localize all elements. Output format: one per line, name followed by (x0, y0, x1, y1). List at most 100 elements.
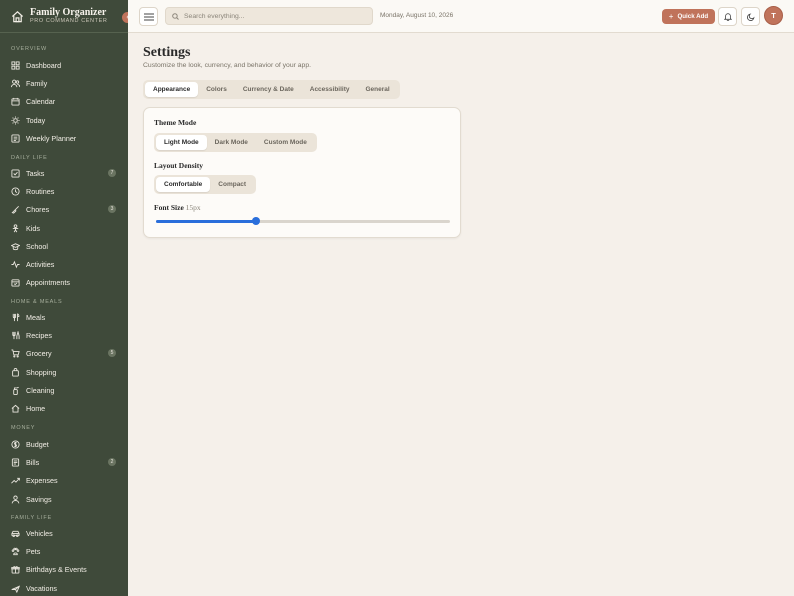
dollar-icon (11, 440, 20, 449)
tab-accessibility[interactable]: Accessibility (302, 82, 358, 97)
sidebar-item-routines[interactable]: Routines (0, 182, 128, 200)
tab-appearance[interactable]: Appearance (145, 82, 199, 97)
sidebar-item-family[interactable]: Family (0, 74, 128, 92)
sidebar-item-dashboard[interactable]: Dashboard (0, 56, 128, 74)
clock-icon (11, 187, 20, 196)
plane-icon (11, 584, 20, 593)
sidebar-item-budget[interactable]: Budget (0, 435, 128, 453)
count-badge: 3 (108, 205, 116, 214)
tab-general[interactable]: General (358, 82, 398, 97)
sidebar-item-label: Meals (26, 312, 46, 322)
sidebar-item-grocery[interactable]: Grocery 5 (0, 345, 128, 363)
collapse-sidebar-button[interactable]: ‹ (122, 12, 128, 23)
sidebar-item-bills[interactable]: Bills 2 (0, 453, 128, 471)
sidebar-item-label: Home (26, 404, 46, 414)
topbar: Monday, August 10, 2026 + Quick Add T (128, 0, 794, 33)
tab-colors[interactable]: Colors (198, 82, 235, 97)
menu-button[interactable] (139, 7, 158, 26)
user-avatar[interactable]: T (764, 6, 783, 25)
sidebar-item-school[interactable]: School (0, 237, 128, 255)
app-subtitle: PRO COMMAND CENTER (30, 18, 108, 24)
sidebar-item-label: Budget (26, 439, 49, 449)
sidebar-section-label: HOME & MEALS (11, 299, 63, 305)
activity-icon (11, 260, 20, 269)
sidebar-item-appointments[interactable]: Appointments (0, 274, 128, 292)
car-icon (11, 529, 20, 538)
sidebar-item-label: Vacations (26, 583, 58, 593)
sidebar-item-kids[interactable]: Kids (0, 219, 128, 237)
theme-option-dark-mode[interactable]: Dark Mode (207, 135, 256, 150)
sidebar-item-cleaning[interactable]: Cleaning (0, 381, 128, 399)
paw-icon (11, 547, 20, 556)
sidebar-item-birthdays-events[interactable]: Birthdays & Events (0, 561, 128, 579)
theme-option-custom-mode[interactable]: Custom Mode (256, 135, 315, 150)
page-subtitle: Customize the look, currency, and behavi… (143, 62, 311, 69)
sidebar-item-label: Appointments (26, 278, 70, 288)
settings-tabs: Appearance Colors Currency & Date Accessibi… (143, 80, 400, 99)
sidebar-item-home[interactable]: Home (0, 400, 128, 418)
count-badge: 2 (108, 457, 116, 466)
current-date: Monday, August 10, 2026 (380, 12, 454, 19)
sidebar-item-label: Weekly Planner (26, 133, 77, 143)
sidebar-item-savings[interactable]: Savings (0, 490, 128, 508)
density-option-compact[interactable]: Compact (210, 177, 254, 192)
tab-currency-date[interactable]: Currency & Date (235, 82, 302, 97)
cart-icon (11, 349, 20, 358)
sidebar-item-today[interactable]: Today (0, 111, 128, 129)
sidebar-item-vehicles[interactable]: Vehicles (0, 524, 128, 542)
sidebar-item-label: Recipes (26, 330, 52, 340)
search-box[interactable] (165, 7, 373, 25)
grid-icon (11, 61, 20, 70)
sidebar-item-recipes[interactable]: Recipes (0, 326, 128, 344)
sidebar-item-label: Activities (26, 260, 55, 270)
app-title: Family Organizer (30, 7, 107, 18)
notifications-button[interactable] (718, 7, 737, 26)
sidebar-item-shopping[interactable]: Shopping (0, 363, 128, 381)
broom-icon (11, 205, 20, 214)
theme-mode-label: Theme Mode (154, 118, 197, 127)
font-size-label: Font Size 15px (154, 203, 201, 212)
sidebar-item-label: Savings (26, 494, 52, 504)
graduation-cap-icon (11, 242, 20, 251)
sidebar-item-label: Dashboard (26, 60, 62, 70)
sidebar-item-label: Pets (26, 546, 41, 556)
piggy-bank-icon (11, 495, 20, 504)
sidebar-item-label: Tasks (26, 168, 45, 178)
density-option-comfortable[interactable]: Comfortable (156, 177, 211, 192)
sidebar-item-label: Shopping (26, 367, 57, 377)
sidebar-item-vacations[interactable]: Vacations (0, 579, 128, 596)
sidebar-item-chores[interactable]: Chores 3 (0, 201, 128, 219)
theme-mode-selector: Light Mode Dark Mode Custom Mode (154, 133, 317, 152)
sidebar-item-label: Grocery (26, 349, 52, 359)
sidebar-item-pets[interactable]: Pets (0, 542, 128, 560)
sidebar-item-meals[interactable]: Meals (0, 308, 128, 326)
quick-add-button[interactable]: + Quick Add (662, 9, 715, 24)
font-size-value: 15px (185, 203, 201, 212)
sidebar-section-label: FAMILY LIFE (11, 515, 52, 521)
sidebar-item-calendar[interactable]: Calendar (0, 93, 128, 111)
sidebar-item-label: Vehicles (26, 528, 53, 538)
theme-option-light-mode[interactable]: Light Mode (156, 135, 207, 150)
sidebar-item-weekly-planner[interactable]: Weekly Planner (0, 129, 128, 147)
page-title: Settings (143, 45, 191, 60)
sidebar-item-tasks[interactable]: Tasks 7 (0, 164, 128, 182)
slider-thumb[interactable] (251, 217, 260, 225)
sidebar-item-activities[interactable]: Activities (0, 256, 128, 274)
theme-toggle-button[interactable] (741, 7, 760, 26)
checkbox-icon (11, 169, 20, 178)
moon-icon (746, 8, 755, 26)
sidebar-section-label: MONEY (11, 425, 36, 431)
users-icon (11, 79, 20, 88)
font-size-slider[interactable] (156, 217, 450, 225)
sidebar-item-label: Bills (26, 457, 40, 467)
count-badge: 7 (108, 168, 116, 177)
count-badge: 5 (108, 349, 116, 358)
sidebar-item-label: Kids (26, 223, 40, 233)
planner-icon (11, 134, 20, 143)
layout-density-selector: Comfortable Compact (154, 175, 257, 194)
search-input[interactable] (184, 12, 364, 20)
sidebar-item-expenses[interactable]: Expenses (0, 472, 128, 490)
appointment-icon (11, 278, 20, 287)
recipe-icon (11, 330, 20, 340)
receipt-icon (11, 458, 20, 467)
